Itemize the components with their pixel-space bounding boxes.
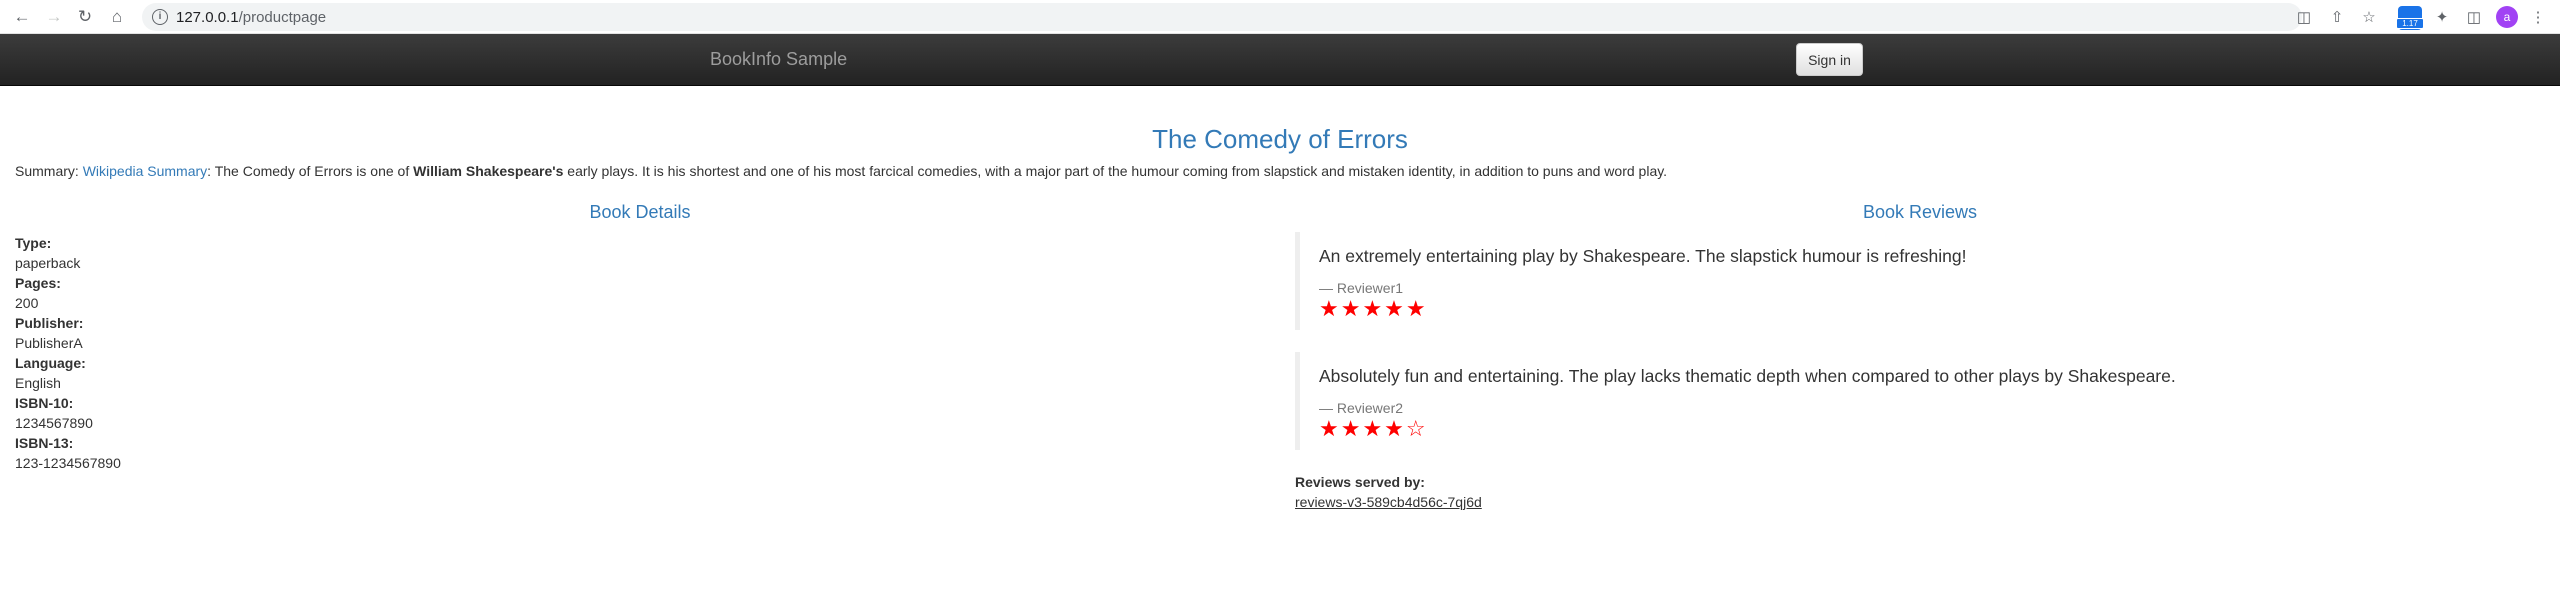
forward-icon[interactable]: → [42, 5, 66, 29]
site-info-icon[interactable]: i [152, 9, 168, 25]
wikipedia-summary-link[interactable]: Wikipedia Summary [83, 163, 207, 179]
star-rating: ★★★★★ [1319, 297, 1428, 322]
detail-label: ISBN-10: [15, 395, 74, 411]
share-icon[interactable]: ⇧ [2325, 5, 2349, 29]
book-details-heading: Book Details [589, 202, 691, 222]
reload-icon[interactable]: ↻ [73, 5, 97, 29]
url-host: 127.0.0.1 [176, 9, 239, 26]
detail-label: Publisher: [15, 315, 84, 331]
summary-author: William Shakespeare's [413, 163, 564, 179]
url-path: /productpage [238, 9, 327, 26]
url-text[interactable]: 127.0.0.1/productpage [176, 9, 326, 26]
reviewer-name: — Reviewer1 [1319, 280, 1404, 296]
detail-label: ISBN-13: [15, 435, 74, 451]
detail-value: paperback [15, 255, 81, 271]
puzzle-extensions-icon[interactable]: ✦ [2430, 5, 2454, 29]
sign-in-button[interactable]: Sign in [1796, 43, 1863, 76]
book-details-list: Type: paperback Pages: 200 Publisher: Pu… [15, 233, 121, 473]
detail-value: 123-1234567890 [15, 455, 121, 471]
translate-icon[interactable]: ◫ [2292, 5, 2316, 29]
detail-value: 1234567890 [15, 415, 93, 431]
review-card: Absolutely fun and entertaining. The pla… [1295, 352, 2195, 450]
detail-value: English [15, 375, 61, 391]
back-icon[interactable]: ← [10, 5, 34, 29]
review-text: An extremely entertaining play by Shakes… [1319, 246, 1967, 266]
profile-avatar[interactable]: a [2496, 6, 2518, 28]
side-panel-icon[interactable]: ◫ [2462, 5, 2486, 29]
extension-badge: 1.17 [2396, 18, 2424, 29]
summary-text-end: early plays. It is his shortest and one … [563, 163, 1668, 179]
detail-label: Type: [15, 235, 52, 251]
menu-kebab-icon[interactable]: ⋮ [2526, 5, 2550, 29]
browser-toolbar: ← → ↻ ⌂ i 127.0.0.1/productpage ◫ ⇧ ☆ 1.… [0, 0, 2560, 34]
review-card: An extremely entertaining play by Shakes… [1295, 232, 2195, 330]
product-summary: Summary: Wikipedia Summary: The Comedy o… [15, 163, 1667, 179]
app-navbar: BookInfo Sample Sign in [0, 34, 2560, 86]
reviewer-name: — Reviewer2 [1319, 400, 1404, 416]
brand-title[interactable]: BookInfo Sample [710, 49, 847, 70]
home-icon[interactable]: ⌂ [105, 5, 129, 29]
detail-value: PublisherA [15, 335, 83, 351]
product-title: The Comedy of Errors [1152, 124, 1408, 154]
reviews-served-by-label: Reviews served by: [1295, 474, 1425, 490]
star-rating: ★★★★☆ [1319, 417, 1428, 442]
detail-label: Language: [15, 355, 86, 371]
bookmark-star-icon[interactable]: ☆ [2357, 5, 2381, 29]
detail-label: Pages: [15, 275, 61, 291]
review-text: Absolutely fun and entertaining. The pla… [1319, 366, 2176, 386]
summary-label: Summary: [15, 163, 79, 179]
address-bar[interactable]: i 127.0.0.1/productpage [142, 3, 2302, 31]
detail-value: 200 [15, 295, 39, 311]
reviews-served-by-value: reviews-v3-589cb4d56c-7qj6d [1295, 494, 1482, 510]
summary-text-start: : The Comedy of Errors is one of [207, 163, 414, 179]
book-reviews-heading: Book Reviews [1862, 202, 1978, 222]
